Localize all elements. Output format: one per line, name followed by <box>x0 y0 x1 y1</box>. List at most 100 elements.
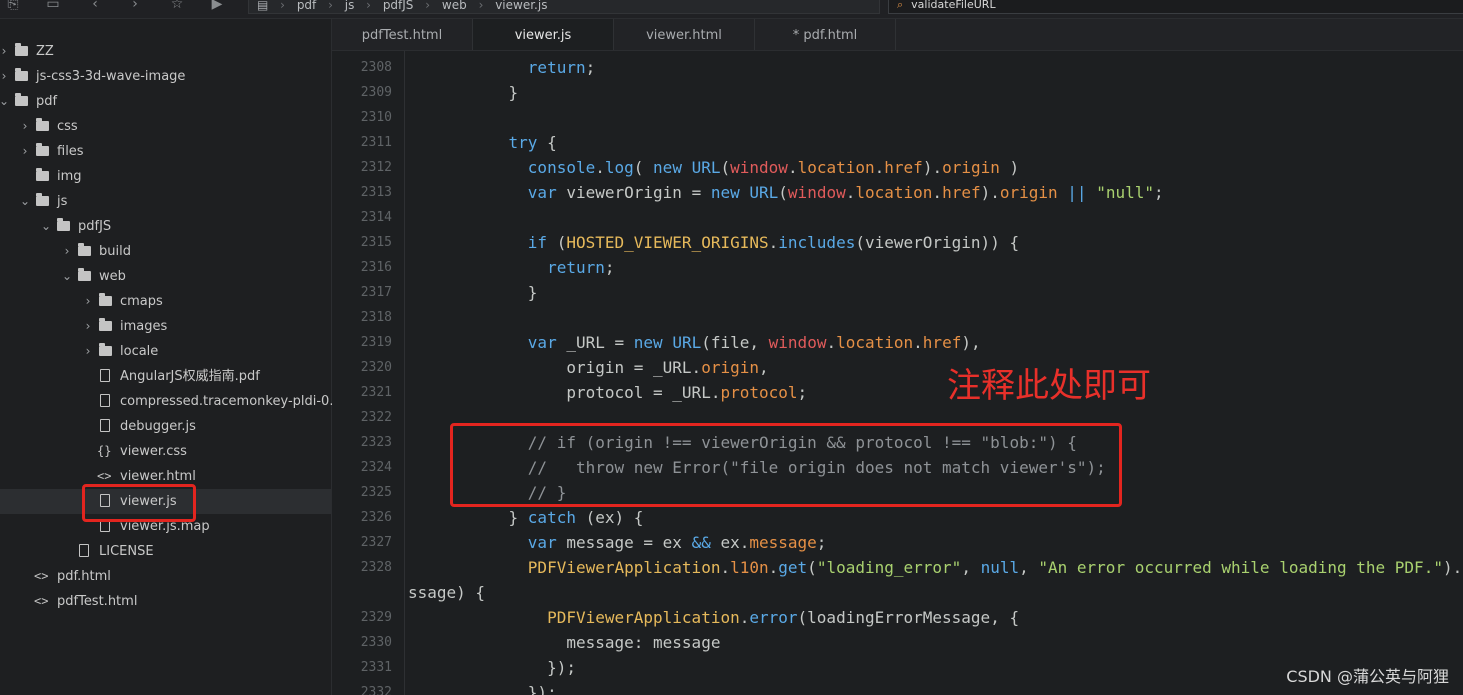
chevron-right-icon[interactable]: › <box>82 289 94 314</box>
code-text: PDFViewerApplication.l10n.get("loading_e… <box>527 558 1463 577</box>
file-explorer: › ZZ › js-css3-3d-wave-image ⌄ pdf › css › files i… <box>0 19 342 695</box>
run-icon[interactable]: ▶ <box>208 0 226 13</box>
chevron-right-icon[interactable]: › <box>19 114 31 139</box>
chevron-right-icon[interactable]: › <box>82 339 94 364</box>
sidebar-item-label: img <box>57 169 82 184</box>
sidebar-item-label: viewer.css <box>120 444 187 459</box>
code-text: if (HOSTED_VIEWER_ORIGINS.includes(viewe… <box>527 233 1020 252</box>
sidebar-item[interactable]: ⌄ js <box>0 189 331 214</box>
chevron-down-icon[interactable]: ⌄ <box>40 214 52 239</box>
breadcrumb-item[interactable]: web <box>442 0 467 13</box>
code-text: }); <box>470 683 557 695</box>
code-text: PDFViewerApplication.error(loadingErrorM… <box>547 608 1020 627</box>
breadcrumb-separator-icon: › <box>366 0 371 12</box>
breadcrumb-item[interactable]: viewer.js <box>495 0 547 13</box>
line-number: 2323 <box>360 435 392 450</box>
folder-icon <box>36 193 49 206</box>
sidebar-item-label: AngularJS权威指南.pdf <box>120 369 260 384</box>
folder-icon <box>36 118 49 131</box>
search-icon: ⌕ <box>897 0 904 11</box>
chevron-right-icon[interactable]: › <box>0 64 10 89</box>
line-number: 2329 <box>360 610 392 625</box>
code-text: }); <box>470 658 576 677</box>
line-number: 2309 <box>360 85 392 100</box>
forward-icon[interactable]: › <box>126 0 144 13</box>
sidebar-item[interactable]: ⌄ pdf <box>0 89 331 114</box>
chevron-down-icon[interactable]: ⌄ <box>19 189 31 214</box>
new-window-icon[interactable]: ⎘ <box>4 0 22 13</box>
sidebar-item-label: compressed.tracemonkey-pldi-0... <box>120 394 342 409</box>
line-number: 2314 <box>360 210 392 225</box>
chevron-right-icon[interactable]: › <box>82 314 94 339</box>
sidebar-item[interactable]: compressed.tracemonkey-pldi-0... <box>0 389 342 414</box>
sidebar-item[interactable]: <> pdfTest.html <box>0 589 331 614</box>
sidebar-item-label: debugger.js <box>120 419 196 434</box>
chevron-down-icon[interactable]: ⌄ <box>0 89 10 114</box>
sidebar-item[interactable]: debugger.js <box>0 414 331 439</box>
code-line: 2313 var viewerOrigin = new URL(window.l… <box>332 180 1463 205</box>
annotation-highlight-box <box>450 423 1122 507</box>
code-text: var viewerOrigin = new URL(window.locati… <box>527 183 1164 202</box>
sidebar-item[interactable]: › ZZ <box>0 39 331 64</box>
sidebar-item[interactable]: › cmaps <box>0 289 331 314</box>
sidebar-item[interactable]: LICENSE <box>0 539 331 564</box>
line-number: 2316 <box>360 260 392 275</box>
sidebar-item[interactable]: img <box>0 164 331 189</box>
tab-pdf-html[interactable]: * pdf.html <box>755 19 896 50</box>
sidebar-item[interactable]: › css <box>0 114 331 139</box>
code-text: console.log( new URL(window.location.hre… <box>527 158 1020 177</box>
code-line: 2312 console.log( new URL(window.locatio… <box>332 155 1463 180</box>
chevron-right-icon[interactable]: › <box>0 39 10 64</box>
sidebar-item[interactable]: › js-css3-3d-wave-image <box>0 64 331 89</box>
line-number: 2308 <box>360 60 392 75</box>
save-icon[interactable]: ▭ <box>44 0 62 13</box>
sidebar-item[interactable]: › build <box>0 239 331 264</box>
search-value: validateFileURL <box>911 0 996 11</box>
line-number: 2327 <box>360 535 392 550</box>
file-highlight-box <box>82 484 196 522</box>
breadcrumb-separator-icon: › <box>328 0 333 12</box>
sidebar-item-label: js-css3-3d-wave-image <box>36 69 186 84</box>
breadcrumb-item[interactable]: pdf <box>297 0 316 13</box>
chevron-down-icon[interactable]: ⌄ <box>61 264 73 289</box>
star-icon[interactable]: ☆ <box>168 0 186 13</box>
code-editor[interactable]: 2308 return; 2309 } 2310 2311 try {2312 con… <box>332 51 1463 695</box>
chevron-right-icon[interactable]: › <box>61 239 73 264</box>
code-line: 2328 PDFViewerApplication.l10n.get("load… <box>332 555 1463 580</box>
sidebar-item[interactable]: › files <box>0 139 331 164</box>
line-number: 2324 <box>360 460 392 475</box>
sidebar-item-label: pdfJS <box>78 219 112 234</box>
code-line: 2317 } <box>332 280 1463 305</box>
sidebar-item[interactable]: {} viewer.css <box>0 439 331 464</box>
code-line: 2309 } <box>332 80 1463 105</box>
breadcrumb-item[interactable]: js <box>345 0 355 13</box>
tab-viewer-js[interactable]: viewer.js <box>473 19 614 50</box>
line-number: 2318 <box>360 310 392 325</box>
code-line: 2311 try { <box>332 130 1463 155</box>
breadcrumb-separator-icon: › <box>280 0 285 12</box>
breadcrumb-item[interactable]: pdfJS <box>383 0 414 13</box>
sidebar-item[interactable]: ⌄ web <box>0 264 331 289</box>
file-icon <box>100 419 110 432</box>
css-file-icon: {} <box>97 444 112 458</box>
code-line: 2318 <box>332 305 1463 330</box>
search-input[interactable]: ⌕ validateFileURL <box>888 0 1463 14</box>
folder-icon <box>99 343 112 356</box>
tab-pdftest-html[interactable]: pdfTest.html <box>332 19 473 50</box>
sidebar-item[interactable]: <> pdf.html <box>0 564 331 589</box>
sidebar-item[interactable]: › locale <box>0 339 331 364</box>
line-number: 2321 <box>360 385 392 400</box>
code-line: 2327 var message = ex && ex.message; <box>332 530 1463 555</box>
chevron-right-icon[interactable]: › <box>19 139 31 164</box>
back-icon[interactable]: ‹ <box>86 0 104 13</box>
sidebar-item[interactable]: › images <box>0 314 331 339</box>
folder-icon: ▤ <box>257 0 269 12</box>
tab-viewer-html[interactable]: viewer.html <box>614 19 755 50</box>
line-number: 2325 <box>360 485 392 500</box>
folder-icon <box>36 168 49 181</box>
sidebar-item[interactable]: AngularJS权威指南.pdf <box>0 364 331 389</box>
code-line: ssage) { <box>332 580 1463 605</box>
html-file-icon: <> <box>34 569 49 583</box>
sidebar-item[interactable]: ⌄ pdfJS <box>0 214 331 239</box>
sidebar-item-label: locale <box>120 344 159 359</box>
